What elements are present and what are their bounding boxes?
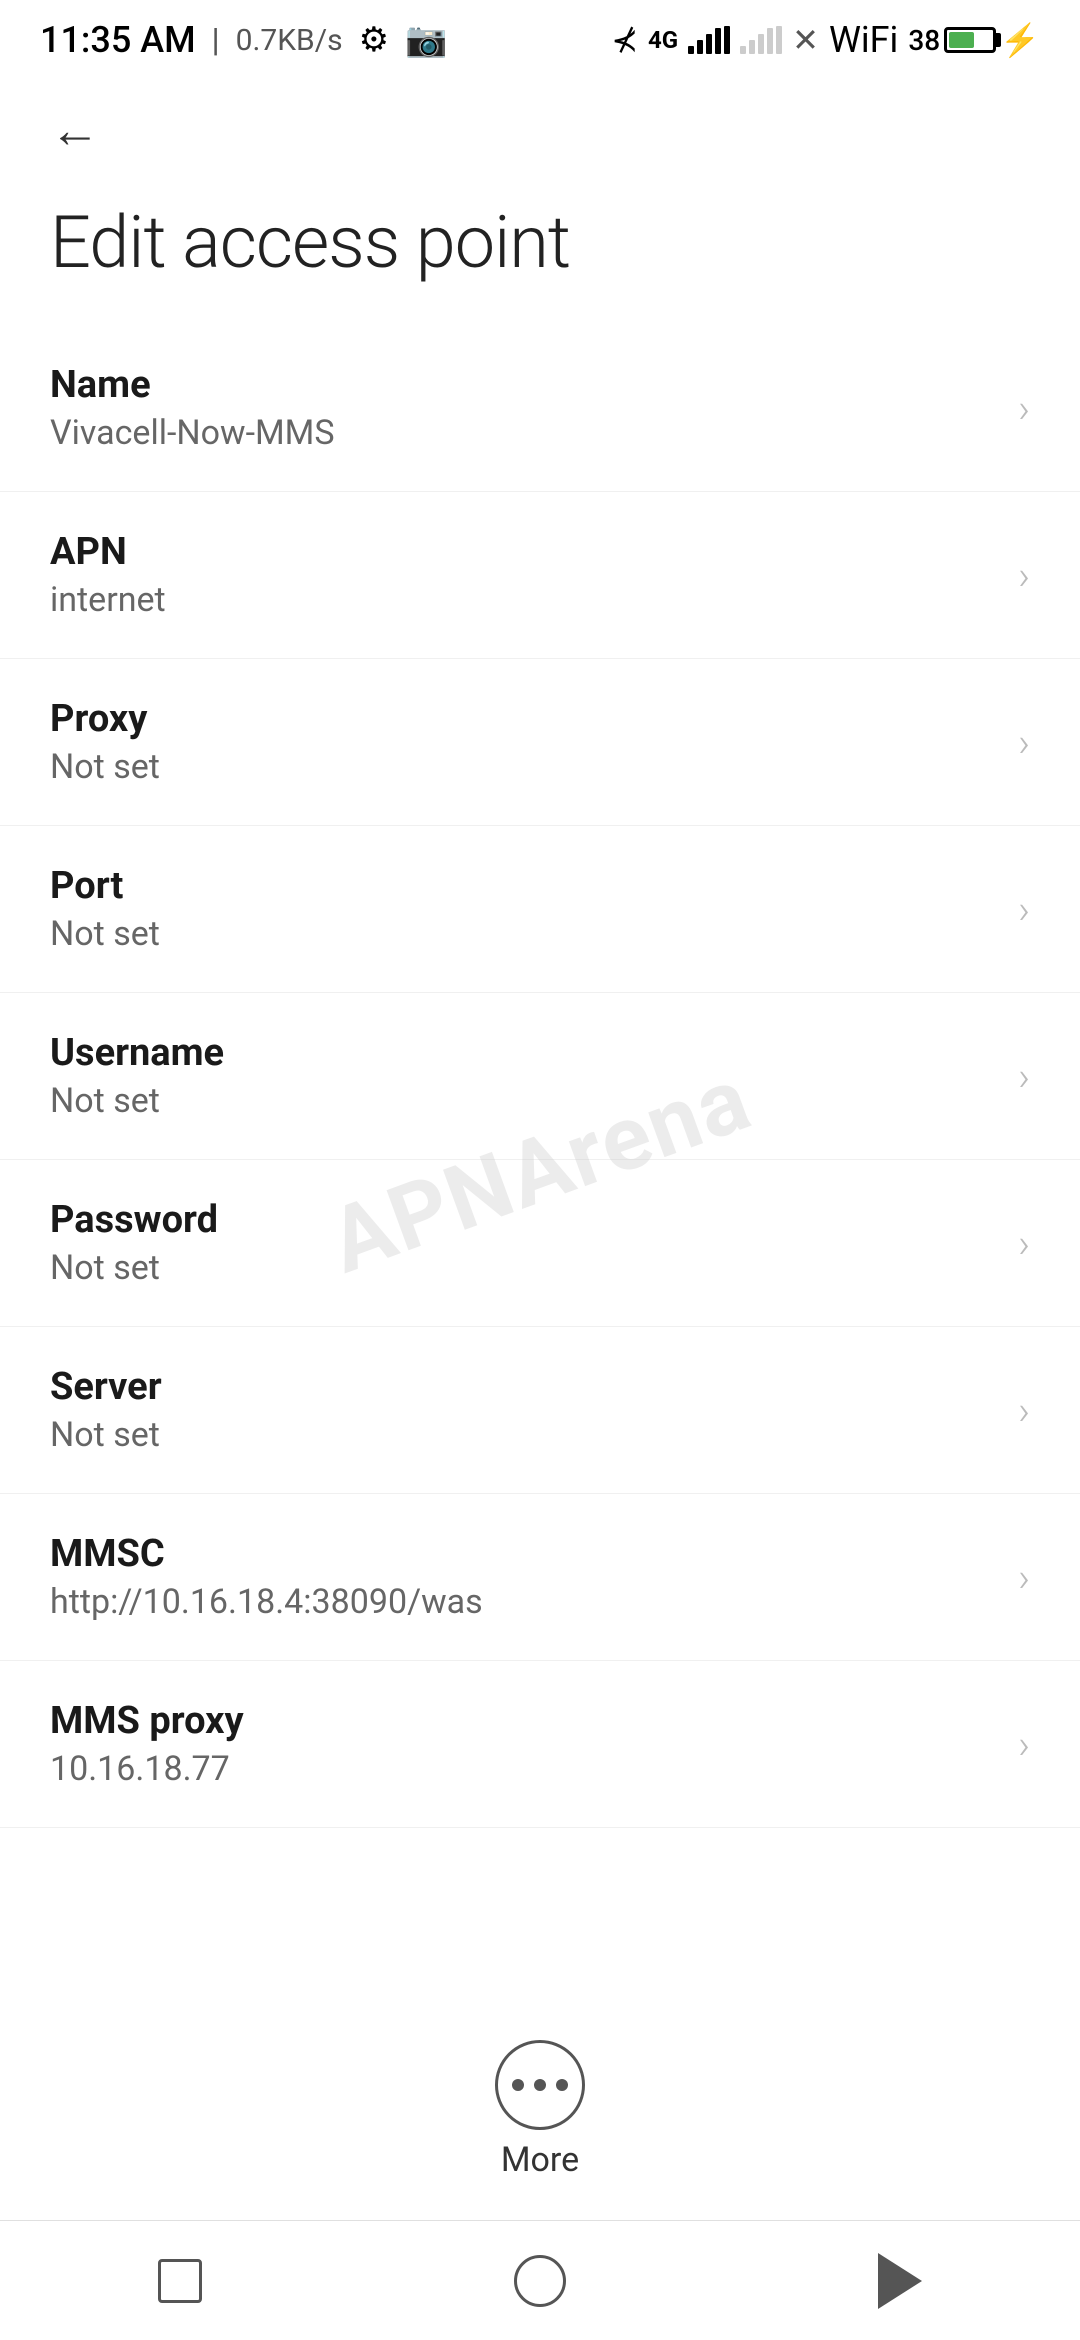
settings-content-password: Password Not set [50, 1198, 998, 1288]
settings-content-server: Server Not set [50, 1365, 998, 1455]
signal-strength-1 [688, 26, 730, 54]
settings-item-username[interactable]: Username Not set › [0, 993, 1080, 1160]
chevron-right-icon-username: › [1018, 1053, 1030, 1100]
battery-indicator: 38 ⚡ [908, 21, 1040, 59]
video-icon: 📷 [405, 20, 447, 60]
4g-label: 4G [648, 26, 678, 54]
settings-item-proxy[interactable]: Proxy Not set › [0, 659, 1080, 826]
settings-label-proxy: Proxy [50, 697, 998, 741]
chevron-right-icon-password: › [1018, 1220, 1030, 1267]
settings-label-name: Name [50, 363, 998, 407]
triangle-icon [878, 2253, 922, 2309]
top-nav: ← [0, 80, 1080, 180]
wifi-icon: WiFi [829, 19, 898, 61]
settings-content-name: Name Vivacell-Now-MMS [50, 363, 998, 453]
back-button[interactable]: ← [40, 95, 110, 165]
settings-item-apn[interactable]: APN internet › [0, 492, 1080, 659]
settings-label-port: Port [50, 864, 998, 908]
settings-label-mmsc: MMSC [50, 1532, 998, 1576]
settings-label-mms-proxy: MMS proxy [50, 1699, 998, 1743]
settings-label-password: Password [50, 1198, 998, 1242]
bottom-nav [0, 2220, 1080, 2340]
battery-percent: 38 [908, 24, 940, 57]
back-nav-button[interactable] [860, 2241, 940, 2321]
signal-strength-2 [740, 26, 782, 54]
square-icon [158, 2259, 202, 2303]
chevron-right-icon-proxy: › [1018, 719, 1030, 766]
settings-value-apn: internet [50, 580, 998, 620]
settings-value-server: Not set [50, 1415, 998, 1455]
more-section: More [0, 2040, 1080, 2180]
settings-value-username: Not set [50, 1081, 998, 1121]
settings-icon: ⚙ [359, 20, 389, 60]
more-circle-icon [495, 2040, 585, 2130]
more-button[interactable]: More [495, 2040, 585, 2180]
settings-item-mmsc[interactable]: MMSC http://10.16.18.4:38090/was › [0, 1494, 1080, 1661]
home-button[interactable] [500, 2241, 580, 2321]
more-label: More [501, 2140, 579, 2180]
chevron-right-icon-port: › [1018, 886, 1030, 933]
recent-apps-button[interactable] [140, 2241, 220, 2321]
status-bar: 11:35 AM | 0.7KB/s ⚙ 📷 ⊀ 4G ✕ WiFi 38 [0, 0, 1080, 80]
time-display: 11:35 AM [40, 19, 196, 61]
chevron-right-icon-mmsc: › [1018, 1554, 1030, 1601]
no-signal-icon: ✕ [792, 21, 819, 59]
settings-item-name[interactable]: Name Vivacell-Now-MMS › [0, 325, 1080, 492]
settings-list: Name Vivacell-Now-MMS › APN internet › P… [0, 325, 1080, 1828]
chevron-right-icon-name: › [1018, 385, 1030, 432]
settings-item-server[interactable]: Server Not set › [0, 1327, 1080, 1494]
page-title: Edit access point [0, 180, 1080, 325]
settings-item-password[interactable]: Password Not set › [0, 1160, 1080, 1327]
settings-value-proxy: Not set [50, 747, 998, 787]
chevron-right-icon-mms-proxy: › [1018, 1721, 1030, 1768]
chevron-right-icon-server: › [1018, 1387, 1030, 1434]
settings-content-mms-proxy: MMS proxy 10.16.18.77 [50, 1699, 998, 1789]
settings-content-apn: APN internet [50, 530, 998, 620]
settings-label-apn: APN [50, 530, 998, 574]
settings-value-port: Not set [50, 914, 998, 954]
status-right-icons: ⊀ 4G ✕ WiFi 38 ⚡ [611, 19, 1040, 61]
speed-display: 0.7KB/s [236, 23, 343, 58]
settings-value-name: Vivacell-Now-MMS [50, 413, 998, 453]
lightning-icon: ⚡ [1000, 21, 1040, 59]
settings-content-proxy: Proxy Not set [50, 697, 998, 787]
settings-value-mms-proxy: 10.16.18.77 [50, 1749, 998, 1789]
settings-label-server: Server [50, 1365, 998, 1409]
back-arrow-icon: ← [50, 101, 100, 160]
settings-content-username: Username Not set [50, 1031, 998, 1121]
settings-label-username: Username [50, 1031, 998, 1075]
settings-content-port: Port Not set [50, 864, 998, 954]
settings-content-mmsc: MMSC http://10.16.18.4:38090/was [50, 1532, 998, 1622]
more-dots-icon [512, 2079, 568, 2091]
settings-item-port[interactable]: Port Not set › [0, 826, 1080, 993]
settings-value-password: Not set [50, 1248, 998, 1288]
bluetooth-icon: ⊀ [611, 21, 638, 59]
circle-icon [514, 2255, 566, 2307]
separator: | [212, 21, 220, 59]
settings-value-mmsc: http://10.16.18.4:38090/was [50, 1582, 998, 1622]
chevron-right-icon-apn: › [1018, 552, 1030, 599]
settings-item-mms-proxy[interactable]: MMS proxy 10.16.18.77 › [0, 1661, 1080, 1828]
status-left: 11:35 AM | 0.7KB/s ⚙ 📷 [40, 19, 447, 61]
